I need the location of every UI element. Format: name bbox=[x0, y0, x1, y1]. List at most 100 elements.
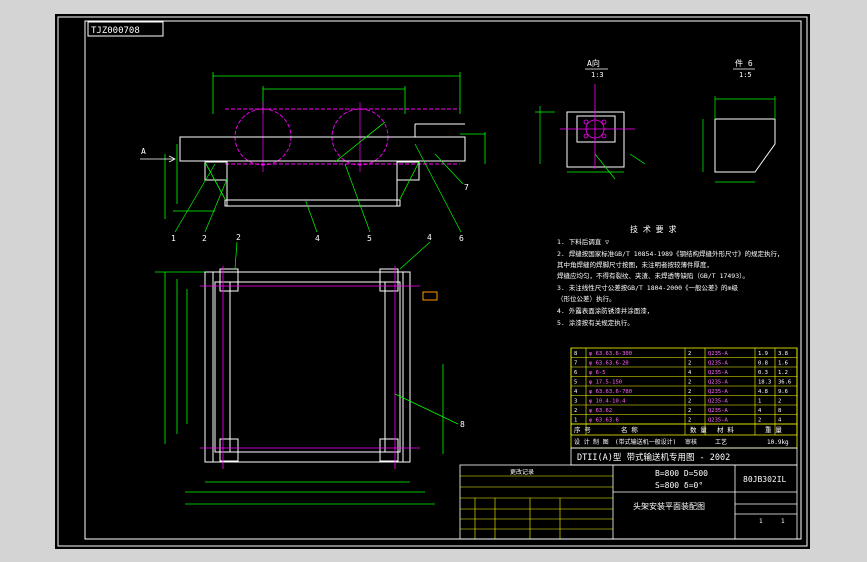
plan-view: 2 4 8 bbox=[155, 233, 465, 505]
callout-4b: 4 bbox=[427, 233, 432, 242]
bom-cell-qty: 2 bbox=[688, 389, 691, 395]
svg-text:10.9kg: 10.9kg bbox=[767, 439, 789, 446]
spec-line-2: S=800 δ=0° bbox=[655, 481, 703, 490]
revision-table bbox=[460, 475, 613, 539]
bom-row: 5 φ 17.5-150 2 Q235-A 18.3 36.6 bbox=[571, 380, 797, 387]
bom-row: 1 φ 63.63.6 2 Q235-A 2 4 bbox=[571, 418, 797, 425]
bom-row: 8 φ 63.63.6-300 2 Q235-A 1.9 3.8 bbox=[571, 351, 797, 358]
bom-cell-name: φ 10.4-10.4 bbox=[589, 399, 626, 405]
bom-cell-qty: 2 bbox=[688, 351, 691, 357]
front-view: A 1 2 4 5 6 7 bbox=[140, 72, 486, 243]
view-a: A向 1:3 bbox=[535, 58, 646, 180]
bom-header: 序 号 名 称 数 量 材 料 重 量 bbox=[571, 423, 797, 436]
bom-row: 4 φ 63.63.6-780 2 Q235-A 4.8 9.6 bbox=[571, 389, 797, 396]
callout-5: 5 bbox=[367, 234, 372, 243]
svg-text:工艺: 工艺 bbox=[715, 438, 727, 446]
view-part-6: 件 6 1:5 bbox=[702, 58, 776, 183]
drawing-name: 头架安装平面装配图 bbox=[633, 501, 705, 511]
callout-8: 8 bbox=[460, 420, 465, 429]
svg-text:名 称: 名 称 bbox=[621, 425, 638, 434]
svg-text:（形位公差）执行。: （形位公差）执行。 bbox=[557, 294, 616, 303]
bom-cell-w2: 2 bbox=[778, 399, 781, 405]
bom-cell-name: φ 63.63.6-20 bbox=[589, 361, 629, 367]
bom-cell-material: Q235-A bbox=[708, 351, 729, 357]
bom-cell-name: φ 17.5-150 bbox=[589, 380, 622, 386]
bom-table: 8 φ 63.63.6-300 2 Q235-A 1.9 3.8 7 φ 63.63.6-20… bbox=[570, 347, 798, 449]
bom-cell-material: Q235-A bbox=[708, 370, 729, 376]
spec-line-1: B=800 D=500 bbox=[655, 469, 708, 478]
bom-row: 3 φ 10.4-10.4 2 Q235-A 1 2 bbox=[571, 399, 797, 406]
bom-cell-no: 3 bbox=[574, 399, 577, 405]
svg-text:(带式输送机一般设计): (带式输送机一般设计) bbox=[615, 438, 676, 446]
bom-cell-qty: 2 bbox=[688, 408, 691, 414]
title-block: DTII(A)型 带式输送机专用图 - 2002 B=800 D=500 S=8… bbox=[459, 447, 798, 540]
bom-footer: 设 计 制 图 (带式输送机一般设计) 审核 工艺 10.9kg bbox=[574, 438, 789, 446]
bom-row: 2 φ 63.62 2 Q235-A 4 8 bbox=[571, 408, 797, 415]
revision-header: 更改记录 bbox=[510, 468, 534, 476]
drawing-number-stamp: TJZ000708 bbox=[87, 21, 164, 37]
svg-text:审核: 审核 bbox=[685, 438, 697, 446]
callout-7: 7 bbox=[464, 183, 469, 192]
svg-text:1: 1 bbox=[781, 518, 785, 525]
bom-cell-no: 7 bbox=[574, 361, 577, 367]
bom-cell-name: φ 63.63.6 bbox=[589, 418, 619, 424]
bom-cell-qty: 4 bbox=[688, 370, 692, 376]
bom-cell-qty: 2 bbox=[688, 361, 691, 367]
bom-cell-w2: 8 bbox=[778, 408, 781, 414]
view-b-title: 件 6 bbox=[735, 58, 753, 68]
svg-text:焊缝应均匀，不得有裂纹、夹渣、未焊透等缺陷（GB/T 174: 焊缝应均匀，不得有裂纹、夹渣、未焊透等缺陷（GB/T 17493）。 bbox=[557, 271, 749, 280]
drawing-sheet: TJZ000708 A 1 2 4 5 6 7 2 4 8 A向 1:3 件 6… bbox=[55, 14, 810, 549]
bom-cell-material: Q235-A bbox=[708, 399, 729, 405]
svg-text:其中角焊缝的焊脚尺寸按图，未注明者按较薄件厚度，: 其中角焊缝的焊脚尺寸按图，未注明者按较薄件厚度， bbox=[557, 260, 713, 269]
bom-cell-no: 8 bbox=[574, 351, 577, 357]
svg-text:TJZ000708: TJZ000708 bbox=[91, 26, 140, 36]
svg-text:重 量: 重 量 bbox=[765, 426, 782, 434]
svg-text:4. 外露表面涂防锈漆并涂面漆，: 4. 外露表面涂防锈漆并涂面漆， bbox=[557, 306, 653, 315]
svg-text:A: A bbox=[141, 147, 146, 156]
bom-cell-no: 4 bbox=[574, 389, 578, 395]
bom-cell-w1: 1.9 bbox=[758, 351, 768, 357]
bom-cell-qty: 2 bbox=[688, 418, 691, 424]
bom-row: 6 φ 6-5 4 Q235-A 0.3 1.2 bbox=[571, 370, 797, 377]
series-title: DTII(A)型 带式输送机专用图 - 2002 bbox=[577, 452, 730, 463]
bom-cell-w1: 0.8 bbox=[758, 361, 768, 367]
bom-cell-material: Q235-A bbox=[708, 389, 729, 395]
bom-cell-material: Q235-A bbox=[708, 380, 729, 386]
svg-text:3. 未注线性尺寸公差按GB/T 1804-2000《一般公: 3. 未注线性尺寸公差按GB/T 1804-2000《一般公差》的m级 bbox=[557, 283, 738, 292]
bom-cell-material: Q235-A bbox=[708, 361, 729, 367]
svg-text:设 计: 设 计 bbox=[574, 438, 590, 446]
outer-border bbox=[57, 16, 808, 547]
bom-cell-w1: 1 bbox=[758, 399, 761, 405]
bom-row: 7 φ 63.63.6-20 2 Q235-A 0.8 1.6 bbox=[571, 361, 797, 368]
bom-cell-name: φ 63.63.6-300 bbox=[589, 351, 632, 357]
bom-cell-w1: 4.8 bbox=[758, 389, 768, 395]
bom-cell-w2: 36.6 bbox=[778, 380, 791, 386]
svg-text:2. 焊缝按国家标准GB/T 10854-1989《钢结构焊: 2. 焊缝按国家标准GB/T 10854-1989《钢结构焊缝外形尺寸》的规定执… bbox=[557, 249, 783, 258]
bom-cell-no: 1 bbox=[574, 418, 577, 424]
svg-text:1. 下料后调直 ▽: 1. 下料后调直 ▽ bbox=[557, 237, 609, 246]
cad-drawing: TJZ000708 A 1 2 4 5 6 7 2 4 8 A向 1:3 件 6… bbox=[57, 16, 808, 547]
callout-4: 4 bbox=[315, 234, 320, 243]
svg-text:技 术 要 求: 技 术 要 求 bbox=[630, 224, 676, 234]
view-a-scale: 1:3 bbox=[591, 71, 604, 79]
svg-text:数 量: 数 量 bbox=[690, 425, 707, 434]
svg-text:1: 1 bbox=[759, 518, 763, 525]
bom-cell-w1: 2 bbox=[758, 418, 761, 424]
svg-text:5. 涂漆按有关规定执行。: 5. 涂漆按有关规定执行。 bbox=[557, 318, 634, 327]
bom-cell-w1: 0.3 bbox=[758, 370, 768, 376]
bom-cell-w2: 4 bbox=[778, 418, 782, 424]
callout-6: 6 bbox=[459, 234, 464, 243]
drawing-code: 80JB302IL bbox=[743, 475, 787, 484]
bom-cell-w2: 1.2 bbox=[778, 370, 788, 376]
callout-2: 2 bbox=[202, 234, 207, 243]
bom-cell-material: Q235-A bbox=[708, 418, 729, 424]
bom-cell-w1: 4 bbox=[758, 408, 762, 414]
svg-text:制 图: 制 图 bbox=[593, 438, 609, 446]
svg-text:材 料: 材 料 bbox=[717, 425, 734, 434]
bom-cell-no: 6 bbox=[574, 370, 577, 376]
bom-cell-w1: 18.3 bbox=[758, 380, 771, 386]
bom-cell-w2: 3.8 bbox=[778, 351, 788, 357]
bom-cell-no: 2 bbox=[574, 408, 577, 414]
callout-1: 1 bbox=[171, 234, 176, 243]
bom-cell-name: φ 6-5 bbox=[589, 370, 606, 376]
